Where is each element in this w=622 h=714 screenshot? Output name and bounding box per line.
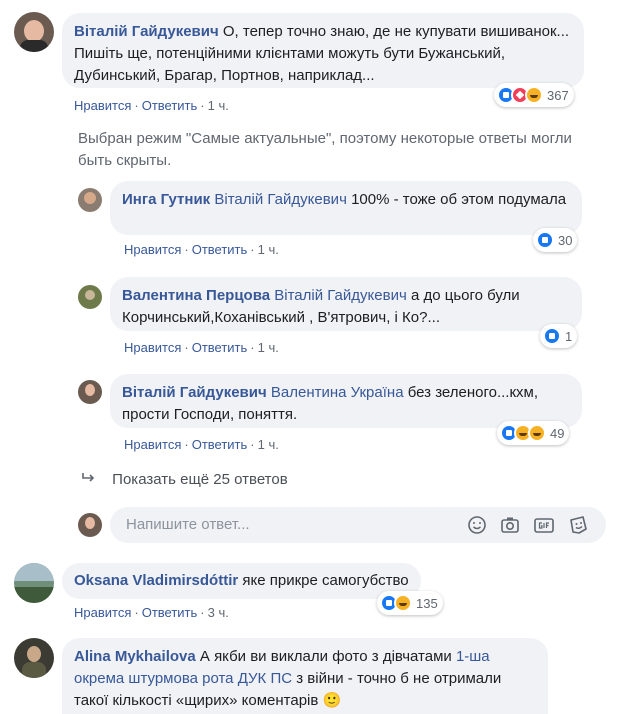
comment-text: А якби ви виклали фото з дівчатами [199,648,452,665]
reply-author[interactable]: Инга Гутник [122,191,210,208]
sticker-icon[interactable] [567,514,589,540]
reply-button[interactable]: Ответить [192,437,248,452]
like-button[interactable]: Нравится [124,437,181,452]
comment-actions: Нравится · Ответить · 3 ч. [74,605,229,620]
like-reaction-icon [536,231,554,249]
comment-author[interactable]: Alina Mykhailova [74,648,196,665]
reactions-summary[interactable]: 30 [533,228,578,252]
avatar[interactable] [78,380,102,404]
reactions-summary[interactable]: 367 [494,83,574,107]
like-button[interactable]: Нравится [74,605,131,620]
comment-time[interactable]: 3 ч. [208,605,229,620]
comment-time[interactable]: 1 ч. [208,98,229,113]
avatar[interactable] [78,285,102,309]
reaction-count: 1 [565,328,573,344]
reply-arrow-icon [82,471,98,488]
reply-button[interactable]: Ответить [192,340,248,355]
like-reaction-icon [543,327,561,345]
avatar [78,513,102,537]
reaction-count: 135 [416,595,438,611]
reply-bubble: Инга Гутник Віталій Гайдукевич 100% - то… [110,181,582,235]
reply-mention[interactable]: Валентина Україна [271,384,404,401]
reply-composer[interactable]: Напишите ответ... [110,507,606,543]
reply-time[interactable]: 1 ч. [258,340,279,355]
reaction-count: 30 [558,232,573,248]
reactions-summary[interactable]: 135 [377,591,443,615]
like-button[interactable]: Нравится [124,340,181,355]
filter-notice: Выбран режим "Самые актуальные", поэтому… [78,130,572,169]
reply-input[interactable]: Напишите ответ... [126,516,250,533]
avatar[interactable] [14,638,54,678]
reply-bubble: Валентина Перцова Віталій Гайдукевич а д… [110,277,582,331]
camera-icon[interactable] [499,514,521,540]
gif-icon[interactable] [533,514,555,540]
reply-author[interactable]: Віталій Гайдукевич [122,384,267,401]
avatar[interactable] [78,188,102,212]
comment-text: яке прикре самогубство [242,572,409,589]
reply-bubble: Віталій Гайдукевич Валентина Україна без… [110,374,582,428]
haha-reaction-icon [394,594,412,612]
like-button[interactable]: Нравится [74,98,131,113]
haha-reaction-icon [525,86,543,104]
reply-mention[interactable]: Віталій Гайдукевич [214,191,347,208]
avatar[interactable] [14,563,54,603]
emoji-icon[interactable] [466,514,488,540]
reply-time[interactable]: 1 ч. [258,437,279,452]
reply-text: 100% - тоже об этом подумала [351,191,567,208]
reply-mention[interactable]: Віталій Гайдукевич [274,287,407,304]
comment-bubble: Alina Mykhailova А якби ви виклали фото … [62,638,548,714]
care-reaction-icon [528,424,546,442]
reaction-count: 367 [547,87,569,103]
reply-actions: Нравится · Ответить · 1 ч. [124,340,279,355]
reply-author[interactable]: Валентина Перцова [122,287,270,304]
reply-actions: Нравится · Ответить · 1 ч. [124,437,279,452]
show-more-replies[interactable]: Показать ещё 25 ответов [82,471,288,488]
show-more-label[interactable]: Показать ещё 25 ответов [112,471,288,488]
reply-button[interactable]: Ответить [142,605,198,620]
avatar[interactable] [14,12,54,52]
reply-button[interactable]: Ответить [142,98,198,113]
reactions-summary[interactable]: 49 [497,421,570,445]
reply-time[interactable]: 1 ч. [258,242,279,257]
comment-author[interactable]: Oksana Vladimirsdóttir [74,572,238,589]
reply-button[interactable]: Ответить [192,242,248,257]
comment-bubble: Oksana Vladimirsdóttir яке прикре самогу… [62,563,421,599]
reactions-summary[interactable]: 1 [540,324,578,348]
comment-actions: Нравится · Ответить · 1 ч. [74,98,229,113]
reaction-count: 49 [550,425,565,441]
comment-author[interactable]: Віталій Гайдукевич [74,23,219,40]
comment-bubble: Віталій Гайдукевич О, тепер точно знаю, … [62,13,584,88]
reply-actions: Нравится · Ответить · 1 ч. [124,242,279,257]
like-button[interactable]: Нравится [124,242,181,257]
